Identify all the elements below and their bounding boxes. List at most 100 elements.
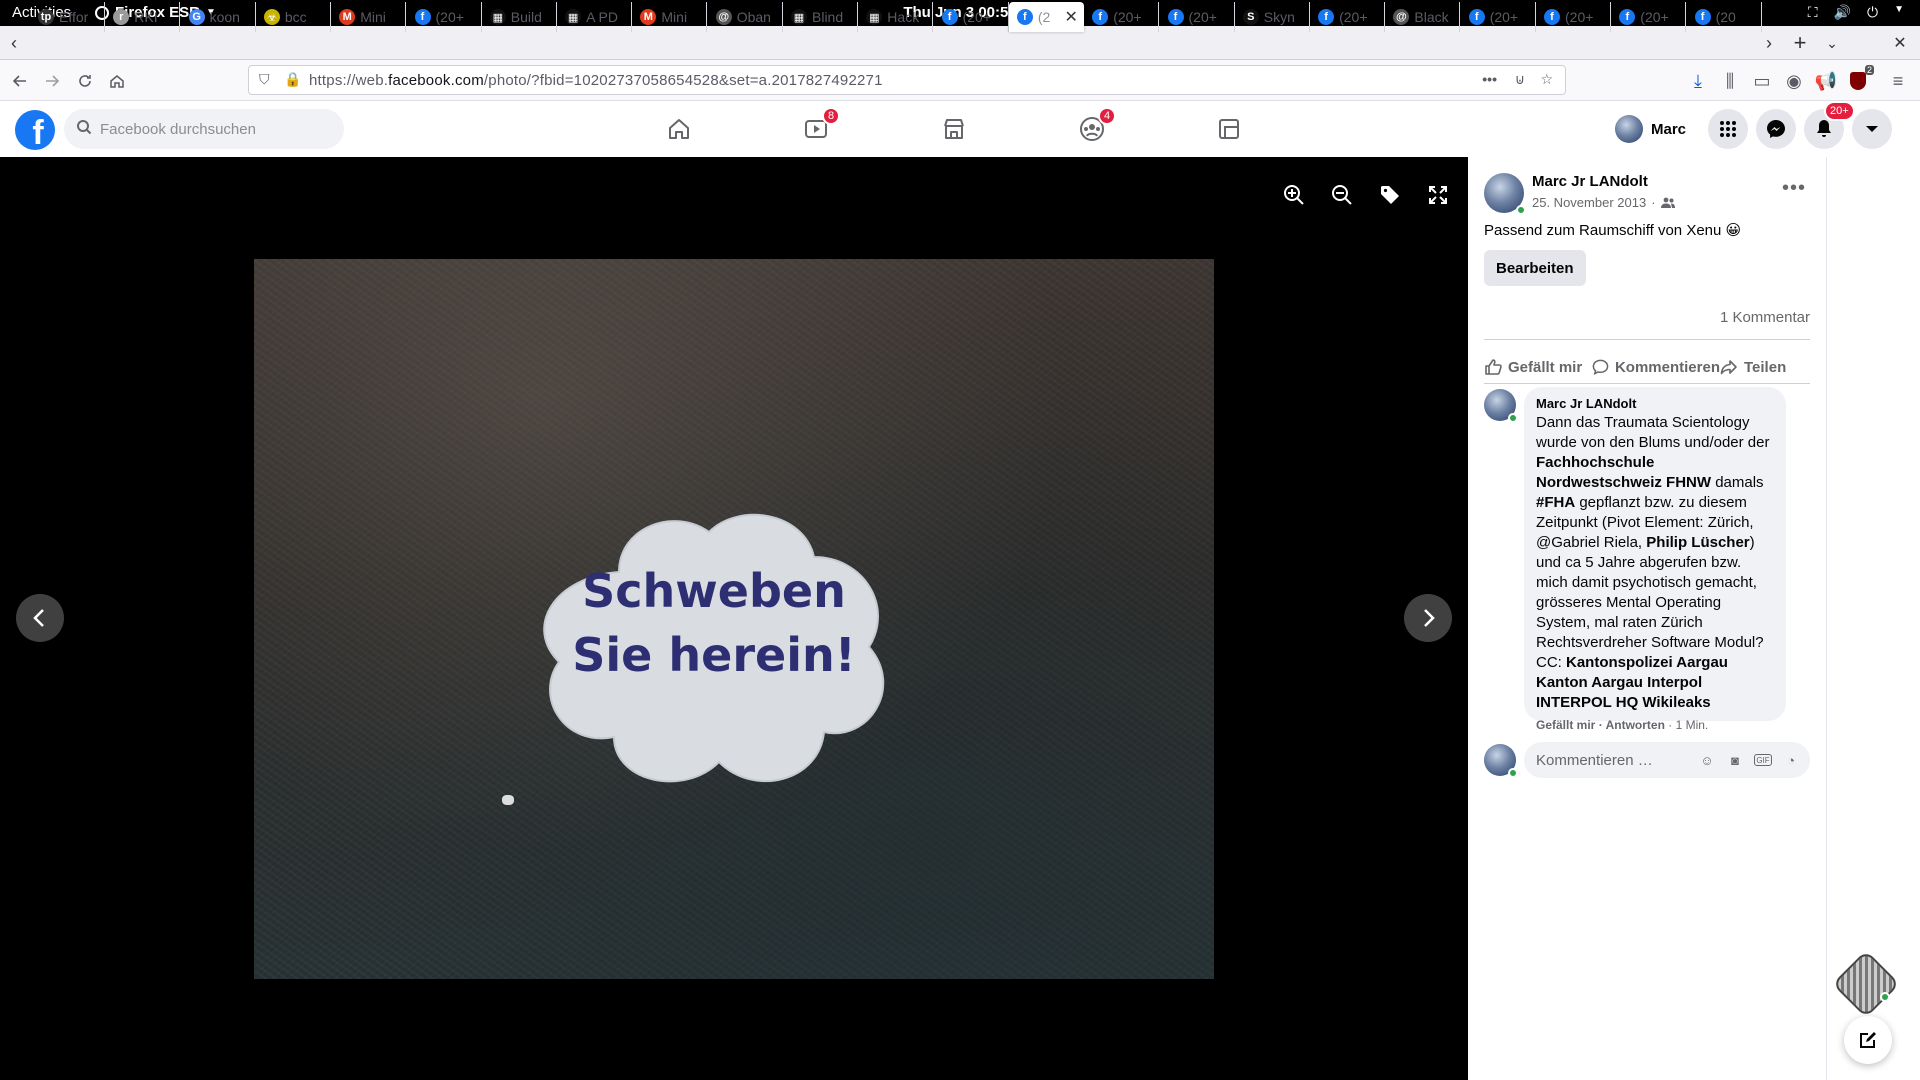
browser-tab[interactable]: M Mini xyxy=(331,2,407,32)
close-window-icon[interactable]: ✕ xyxy=(1886,26,1914,60)
comment-button[interactable]: Kommentieren xyxy=(1592,358,1720,376)
like-button[interactable]: Gefällt mir xyxy=(1484,358,1592,376)
comment-time[interactable]: 1 Min. xyxy=(1676,718,1709,732)
sticker-icon[interactable]: ◔ xyxy=(1782,751,1800,769)
camera-icon[interactable]: ◙ xyxy=(1726,751,1744,769)
page-actions-icon[interactable]: ••• xyxy=(1482,71,1497,87)
browser-tab[interactable]: M Mini xyxy=(632,2,708,32)
previous-photo-button[interactable] xyxy=(16,594,64,642)
system-status-area[interactable]: ⛶ 🔊 ⏻ ▼ xyxy=(1808,4,1904,21)
post-options-icon[interactable]: ••• xyxy=(1782,177,1806,200)
friends-audience-icon[interactable] xyxy=(1660,197,1675,209)
bookmark-star-icon[interactable]: ☆ xyxy=(1540,71,1553,88)
ublock-icon[interactable]: 2 xyxy=(1846,65,1874,93)
browser-tab[interactable]: ▦ Build xyxy=(482,2,557,32)
chevron-right-icon xyxy=(1424,609,1435,627)
emoji-icon[interactable]: ☺ xyxy=(1698,751,1716,769)
facebook-icon: f xyxy=(1318,9,1335,25)
comment-reply-link[interactable]: Antworten xyxy=(1606,718,1665,732)
browser-tab[interactable]: f (20 xyxy=(1687,2,1762,32)
browser-tab[interactable]: S Skyn xyxy=(1235,2,1310,32)
url-text[interactable]: https://web.facebook.com/photo/?fbid=102… xyxy=(309,72,883,89)
gif-icon[interactable]: GIF xyxy=(1754,754,1772,766)
avatar xyxy=(1615,115,1643,143)
nav-marketplace[interactable] xyxy=(898,101,1010,157)
browser-tab[interactable]: ▦ A PD xyxy=(557,2,633,32)
hashtag-link[interactable]: #FHA xyxy=(1536,494,1575,511)
notifications-button[interactable]: 20+ xyxy=(1804,101,1855,149)
tab-scroll-left-icon[interactable]: ‹ xyxy=(0,26,28,60)
nav-watch[interactable]: 8 xyxy=(760,101,872,157)
facebook-icon: f xyxy=(414,9,431,25)
reload-button[interactable] xyxy=(73,69,97,93)
browser-tab[interactable]: ☣ bcc xyxy=(256,2,331,32)
list-all-tabs-icon[interactable]: ⌄ xyxy=(1818,26,1846,60)
profile-chip[interactable]: Marc xyxy=(1615,113,1686,145)
tab-scroll-right-icon[interactable]: › xyxy=(1755,26,1783,60)
comment-author-avatar[interactable] xyxy=(1484,389,1518,423)
zoom-in-button[interactable] xyxy=(1276,177,1312,213)
back-button[interactable] xyxy=(8,69,32,93)
browser-tab[interactable]: f (20+ xyxy=(1461,2,1536,32)
account-icon[interactable]: ◉ xyxy=(1782,69,1806,93)
next-photo-button[interactable] xyxy=(1404,594,1452,642)
browser-tab[interactable]: ▦ Blind xyxy=(783,2,858,32)
tag-photo-button[interactable] xyxy=(1372,177,1408,213)
browser-tab[interactable]: f (20+ xyxy=(1310,2,1386,32)
browser-tab[interactable]: @ Oban xyxy=(708,2,783,32)
shield-icon[interactable]: ⛉ xyxy=(259,71,270,88)
post-author-name[interactable]: Marc Jr LANdolt xyxy=(1532,173,1648,190)
url-bar[interactable]: ⛉ 🔒 https://web.facebook.com/photo/?fbid… xyxy=(248,65,1566,95)
tab-label: Mini xyxy=(360,9,386,25)
browser-tab[interactable]: f (20+ xyxy=(407,2,482,32)
nav-groups[interactable]: 4 xyxy=(1036,101,1148,157)
sidebar-icon[interactable]: ▭ xyxy=(1750,69,1774,93)
fullscreen-button[interactable] xyxy=(1420,177,1456,213)
forward-button[interactable] xyxy=(40,69,64,93)
close-tab-icon[interactable]: ✕ xyxy=(1064,7,1077,27)
browser-tab[interactable]: f (20+ xyxy=(1160,2,1235,32)
mention-link[interactable]: Philip Lüscher xyxy=(1646,534,1749,551)
browser-tab[interactable]: tp Effor xyxy=(30,2,105,32)
menu-button[interactable] xyxy=(1708,109,1748,149)
facebook-logo[interactable]: f xyxy=(15,110,55,150)
browser-tab[interactable]: f (20+ xyxy=(934,2,1009,32)
write-comment-box[interactable]: ☺ ◙ GIF ◔ xyxy=(1524,742,1810,778)
browser-tab[interactable]: f (20+ xyxy=(1084,2,1160,32)
lock-icon[interactable]: 🔒 xyxy=(284,71,301,88)
tab-label: (20+ xyxy=(435,9,464,25)
browser-tab[interactable]: f (2 ✕ xyxy=(1008,2,1084,32)
post-date-text[interactable]: 25. November 2013 xyxy=(1532,195,1646,210)
comment-author-name[interactable]: Marc Jr LANdolt xyxy=(1536,395,1774,413)
browser-tab[interactable]: r RKI xyxy=(105,2,181,32)
checker-icon: ▦ xyxy=(791,9,807,25)
browser-tab[interactable]: Gkoon xyxy=(181,2,256,32)
facebook-search[interactable] xyxy=(64,109,344,149)
new-message-button[interactable] xyxy=(1844,1016,1892,1064)
comment-count[interactable]: 1 Kommentar xyxy=(1720,309,1810,326)
edit-post-button[interactable]: Bearbeiten xyxy=(1484,250,1586,286)
browser-tab[interactable]: @ Black xyxy=(1385,2,1461,32)
new-tab-button[interactable]: + xyxy=(1786,26,1814,60)
hamburger-menu-icon[interactable]: ≡ xyxy=(1886,69,1910,93)
search-input[interactable] xyxy=(100,120,320,138)
browser-tab[interactable]: f (20+ xyxy=(1611,2,1687,32)
nav-home[interactable] xyxy=(623,101,735,157)
account-menu-button[interactable] xyxy=(1852,109,1892,149)
browser-tab[interactable]: ▦ Hack xyxy=(858,2,934,32)
comment-like-link[interactable]: Gefällt mir xyxy=(1536,718,1595,732)
megaphone-icon[interactable]: 📢 xyxy=(1814,69,1838,93)
mention-link[interactable]: Fachhochschule Nordwestschweiz FHNW xyxy=(1536,454,1711,491)
browser-tab[interactable]: f (20+ xyxy=(1536,2,1611,32)
comment-input[interactable] xyxy=(1536,751,1696,769)
library-icon[interactable]: ⫼ xyxy=(1718,69,1742,93)
messenger-button[interactable] xyxy=(1756,109,1796,149)
home-button[interactable] xyxy=(105,69,129,93)
nav-gaming[interactable] xyxy=(1173,101,1285,157)
downloads-icon[interactable]: ⤓ xyxy=(1686,69,1710,93)
zoom-out-button[interactable] xyxy=(1324,177,1360,213)
share-button[interactable]: Teilen xyxy=(1720,358,1810,376)
pocket-icon[interactable]: ⊍ xyxy=(1515,71,1525,88)
sign-line-1: Schweben xyxy=(582,564,846,618)
post-author-avatar[interactable] xyxy=(1484,173,1526,215)
